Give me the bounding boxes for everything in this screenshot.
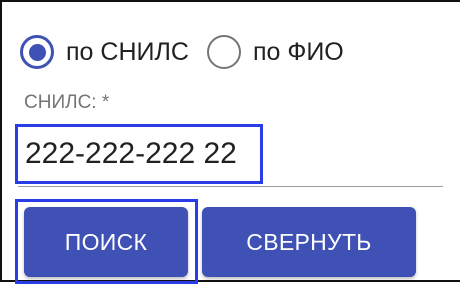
snils-input-value: 222-222-222 22 xyxy=(25,137,237,170)
search-mode-radio-group: по СНИЛС по ФИО xyxy=(20,30,344,74)
radio-unchecked-icon[interactable] xyxy=(206,35,241,69)
search-panel: по СНИЛС по ФИО СНИЛС: * 222-222-222 22 … xyxy=(0,0,460,284)
radio-dot-icon xyxy=(28,43,46,61)
radio-label-fio: по ФИО xyxy=(252,37,344,66)
collapse-button[interactable]: СВЕРНУТЬ xyxy=(202,207,416,277)
radio-option-fio[interactable]: по ФИО xyxy=(206,35,344,69)
search-button[interactable]: ПОИСК xyxy=(24,207,188,277)
snils-input[interactable]: 222-222-222 22 xyxy=(15,124,263,184)
snils-field-label: СНИЛС: * xyxy=(24,92,110,113)
radio-checked-icon[interactable] xyxy=(20,35,54,69)
radio-label-snils: по СНИЛС xyxy=(66,37,189,66)
snils-input-underline xyxy=(18,186,443,187)
radio-option-snils[interactable]: по СНИЛС xyxy=(20,35,189,69)
